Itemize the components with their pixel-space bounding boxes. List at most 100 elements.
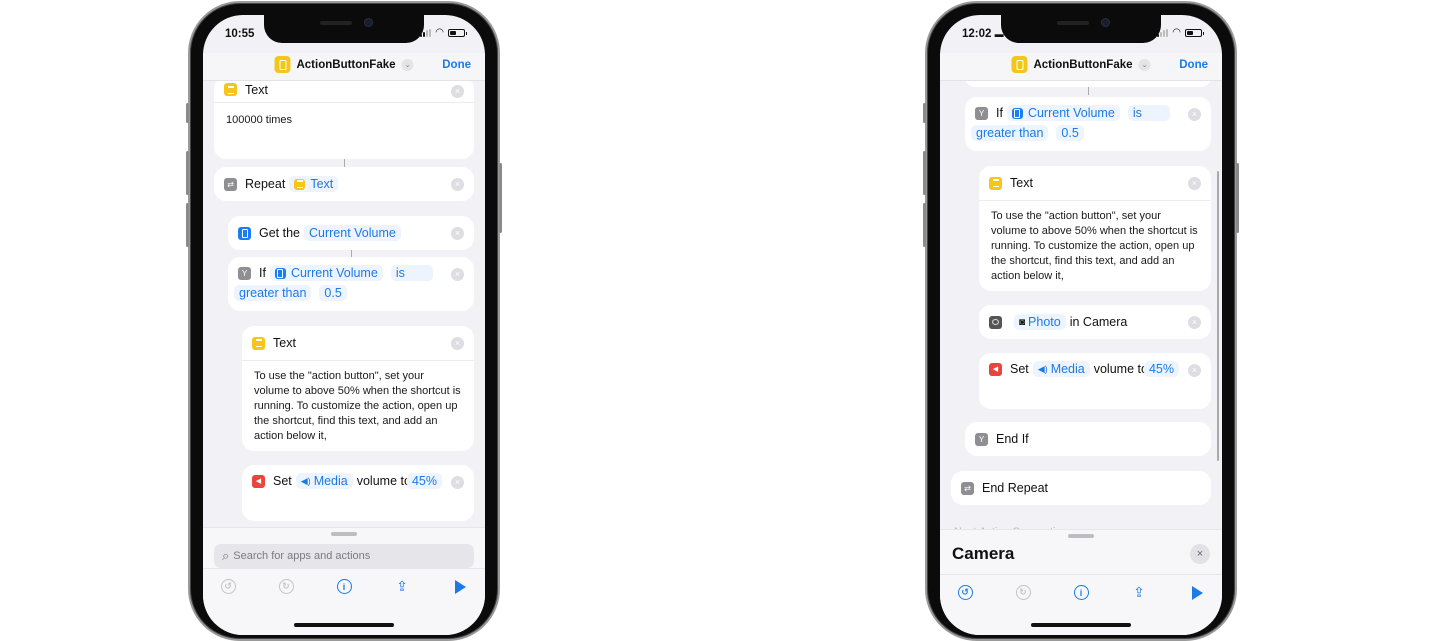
condition-pill-2[interactable]: greater than [234, 285, 312, 301]
notch [264, 15, 424, 43]
remove-action-icon[interactable]: × [451, 268, 464, 281]
nav-bar: ActionButtonFake ⌄ Done [203, 53, 485, 81]
end-if-action-card[interactable]: Y End If [965, 422, 1211, 456]
set-volume-action-card[interactable]: ◀ Set ◀) Media volume to 45% × [242, 465, 474, 521]
speaker-icon: ◀ [989, 362, 1002, 376]
home-indicator[interactable] [294, 623, 394, 627]
info-icon: i [336, 579, 352, 594]
remove-action-icon[interactable]: × [451, 178, 464, 191]
connector [1088, 87, 1089, 95]
variable-pill[interactable]: Current Volume [304, 225, 401, 241]
remove-action-icon[interactable]: × [1188, 177, 1201, 190]
redo-button[interactable]: ↻ [1014, 584, 1032, 602]
variable-pill[interactable]: Current Volume [269, 265, 383, 281]
mute-switch [923, 103, 926, 123]
info-button[interactable]: i [335, 578, 353, 596]
redo-icon: ↻ [278, 579, 294, 594]
done-button[interactable]: Done [1179, 59, 1208, 71]
undo-button[interactable]: ↺ [219, 578, 237, 596]
chevron-down-icon: ⌄ [1138, 58, 1151, 71]
action-label: End Repeat [982, 481, 1049, 495]
text-action-body[interactable]: To use the "action button", set your vol… [979, 201, 1211, 294]
text-icon [252, 336, 265, 350]
scrollbar[interactable] [1217, 171, 1219, 461]
if-icon: Y [975, 106, 988, 120]
value-pill[interactable]: 45% [406, 473, 442, 489]
share-button[interactable]: ⇪ [1130, 584, 1148, 602]
condition-pill[interactable]: is [1127, 105, 1170, 121]
repeat-icon: ⇄ [224, 177, 237, 191]
run-button[interactable] [451, 578, 469, 596]
run-button[interactable] [1188, 584, 1206, 602]
camera-actions-sheet: Camera × ↺ ↻ i ⇪ [940, 529, 1222, 635]
play-icon [454, 579, 466, 594]
shortcut-title: ActionButtonFake [296, 58, 396, 71]
info-button[interactable]: i [1072, 584, 1090, 602]
action-label: If [259, 266, 266, 280]
action-title: Text [273, 336, 296, 350]
remove-action-icon[interactable]: × [1188, 108, 1201, 121]
status-time: 12:02 ▬ [962, 28, 1004, 40]
end-repeat-action-card[interactable]: ⇄ End Repeat [951, 471, 1211, 505]
remove-action-icon[interactable]: × [1188, 364, 1201, 377]
undo-button[interactable]: ↺ [956, 584, 974, 602]
remove-action-icon[interactable]: × [1188, 316, 1201, 329]
value-pill[interactable]: 45% [1143, 361, 1179, 377]
front-camera [364, 18, 373, 27]
if-icon: Y [975, 432, 988, 446]
action-title: Text [1010, 176, 1033, 190]
done-button[interactable]: Done [442, 59, 471, 71]
search-input[interactable]: ⌕ Search for apps and actions [214, 544, 474, 568]
shortcut-app-icon [274, 56, 291, 73]
action-suffix: in Camera [1069, 315, 1128, 329]
share-icon: ⇪ [1133, 584, 1145, 600]
text-action-card[interactable]: Text × To use the "action button", set y… [242, 326, 474, 451]
variable-pill[interactable]: ◙ Photo [1014, 314, 1066, 330]
share-button[interactable]: ⇪ [393, 578, 411, 596]
text-action-card[interactable]: Text × 100000 times [214, 77, 474, 159]
variable-label: Photo [1028, 315, 1061, 329]
status-time: 10:55 [225, 28, 255, 40]
sheet-grabber[interactable] [331, 532, 357, 536]
text-action-body[interactable]: 100000 times [214, 103, 474, 138]
mute-switch [186, 103, 189, 123]
variable-pill[interactable]: Current Volume [1006, 105, 1120, 121]
text-action-body[interactable]: To use the "action button", set your vol… [242, 361, 474, 454]
editor-toolbar: ↺ ↻ i ⇪ [940, 574, 1222, 610]
if-action-card[interactable]: Y If Current Volume is greater than 0.5 … [965, 97, 1211, 151]
shortcut-title: ActionButtonFake [1033, 58, 1133, 71]
shortcut-title-button[interactable]: ActionButtonFake ⌄ [274, 56, 414, 73]
variable-pill[interactable]: Text [289, 176, 339, 192]
if-action-card[interactable]: Y If Current Volume is greater than 0.5 … [228, 257, 474, 311]
home-indicator[interactable] [1031, 623, 1131, 627]
variable-pill[interactable]: ◀) Media [295, 473, 353, 489]
remove-action-icon[interactable]: × [451, 337, 464, 350]
device-icon [238, 226, 251, 240]
value-pill[interactable]: 0.5 [1056, 125, 1084, 141]
device-icon [1011, 107, 1023, 119]
remove-action-icon[interactable]: × [451, 227, 464, 240]
condition-pill[interactable]: is [390, 265, 433, 281]
take-photo-action-card[interactable]: ◙ Photo in Camera × [979, 305, 1211, 339]
value-pill[interactable]: 0.5 [319, 285, 347, 301]
repeat-action-card[interactable]: ⇄ Repeat Text × [214, 167, 474, 201]
get-volume-action-card[interactable]: Get the Current Volume × [228, 216, 474, 250]
sheet-grabber[interactable] [1068, 534, 1094, 538]
phone-frame-right: 12:02 ▬ ◠ ActionButtonFake ⌄ Done Y If C… [923, 1, 1239, 641]
remove-action-icon[interactable]: × [451, 476, 464, 489]
remove-action-icon[interactable]: × [451, 85, 464, 98]
condition-pill-2[interactable]: greater than [971, 125, 1049, 141]
device-icon [274, 267, 286, 279]
close-sheet-button[interactable]: × [1190, 544, 1210, 564]
set-volume-action-card[interactable]: ◀ Set ◀) Media volume to 45% × [979, 353, 1211, 409]
shortcut-title-button[interactable]: ActionButtonFake ⌄ [1011, 56, 1151, 73]
text-action-card[interactable]: Text × To use the "action button", set y… [979, 166, 1211, 291]
wifi-icon: ◠ [1172, 27, 1181, 38]
action-label: End If [996, 432, 1029, 446]
variable-pill[interactable]: ◀) Media [1032, 361, 1090, 377]
redo-button[interactable]: ↻ [277, 578, 295, 596]
speaker-icon: ◀) [1037, 363, 1048, 374]
shortcut-app-icon [1011, 56, 1028, 73]
repeat-icon: ⇄ [961, 481, 974, 495]
action-suffix: volume to [356, 474, 411, 488]
